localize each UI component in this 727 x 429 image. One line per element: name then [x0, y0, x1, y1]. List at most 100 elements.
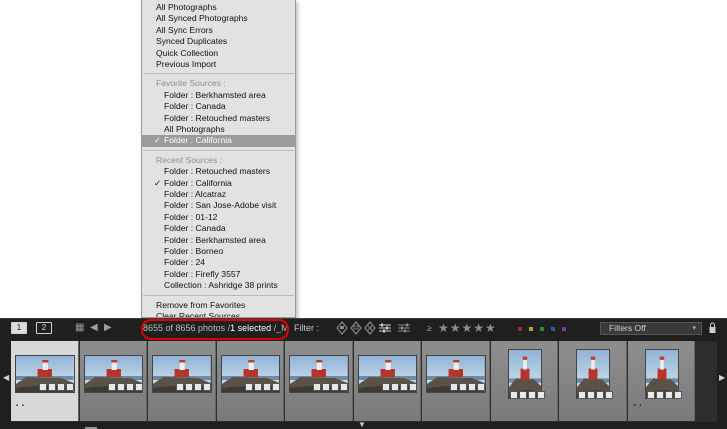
develop-badge-icon[interactable] [340, 383, 348, 391]
menu-item[interactable]: Remove from Favorites [142, 300, 295, 311]
filmstrip-thumbnail[interactable] [148, 341, 216, 421]
filmstrip-left-arrow[interactable]: ◀ [3, 373, 9, 382]
menu-item[interactable]: Folder : California ✓ [142, 135, 295, 147]
secondary-window-button[interactable]: 2 [36, 322, 52, 334]
filmstrip-thumbnail[interactable] [353, 341, 421, 421]
develop-badge-icon[interactable] [673, 391, 682, 399]
menu-item[interactable]: Folder : Canada [142, 101, 295, 112]
menu-item[interactable]: Folder : Canada [142, 223, 295, 234]
develop-badge-icon[interactable] [134, 383, 143, 391]
color-label-swatch[interactable] [529, 327, 533, 331]
menu-item[interactable]: Folder : 01-12 [142, 212, 295, 223]
crop-badge-icon[interactable] [331, 383, 339, 391]
color-label-swatch[interactable] [540, 327, 544, 331]
menu-item[interactable]: All Synced Photographs [142, 13, 295, 24]
back-arrow-icon[interactable]: ◀ [90, 322, 98, 334]
menu-item[interactable]: All Photographs [142, 2, 295, 13]
filmstrip-thumbnail[interactable] [422, 341, 490, 421]
keyword-badge-icon[interactable] [253, 383, 262, 391]
develop-badge-icon[interactable] [477, 383, 485, 391]
menu-item[interactable]: Folder : Borneo [142, 246, 295, 257]
menu-item[interactable]: Folder : California ✓ [142, 178, 295, 189]
source-indicator[interactable]: 8655 of 8656 photos /1 selected /_M [143, 323, 289, 334]
unflagged-filter-icon[interactable] [350, 321, 362, 335]
develop-badge-icon[interactable] [271, 383, 280, 391]
rating-operator[interactable]: ≥ [427, 322, 432, 334]
color-label-swatch[interactable] [518, 327, 522, 331]
keyword-badge-icon[interactable] [322, 383, 330, 391]
forward-arrow-icon[interactable]: ▶ [104, 322, 112, 334]
crop-badge-icon[interactable] [194, 383, 202, 391]
collapse-filmstrip-arrow[interactable]: ▼ [358, 420, 366, 429]
grid-view-icon[interactable]: ▦ [75, 322, 84, 334]
keyword-badge-icon[interactable] [587, 391, 595, 399]
menu-item[interactable]: Folder : Berkhamsted area [142, 235, 295, 246]
filmstrip-thumbnail[interactable] [490, 341, 558, 421]
menu-item-label: Folder : Canada [164, 223, 226, 234]
crop-badge-icon[interactable] [468, 383, 476, 391]
keyword-badge-icon[interactable] [459, 383, 467, 391]
filter-label: Filter : [294, 323, 320, 333]
menu-item[interactable]: Folder : Retouched masters [142, 166, 295, 177]
menu-item[interactable]: All Sync Errors [142, 25, 295, 36]
filmstrip-right-arrow[interactable]: ▶ [719, 373, 725, 382]
keyword-badge-icon[interactable] [116, 383, 125, 391]
keyword-badge-icon[interactable] [185, 383, 193, 391]
sliders-alt-icon[interactable] [397, 322, 411, 334]
flag-filter-icon[interactable] [336, 321, 348, 335]
menu-item[interactable]: All Photographs [142, 124, 295, 135]
crop-badge-icon[interactable] [125, 383, 134, 391]
menu-item[interactable]: Synced Duplicates [142, 36, 295, 47]
rating-badge-icon[interactable] [646, 391, 655, 399]
crop-badge-icon[interactable] [596, 391, 604, 399]
keyword-badge-icon[interactable] [48, 383, 56, 391]
keyword-badge-icon[interactable] [390, 383, 399, 391]
lock-icon[interactable] [709, 322, 716, 334]
keyword-badge-icon[interactable] [655, 391, 664, 399]
crop-badge-icon[interactable] [527, 391, 536, 399]
rating-stars[interactable]: ★★★★★ [438, 321, 497, 335]
filmstrip-thumbnail[interactable] [216, 341, 284, 421]
crop-badge-icon[interactable] [664, 391, 673, 399]
sliders-icon[interactable] [378, 322, 392, 334]
develop-badge-icon[interactable] [203, 383, 211, 391]
menu-item[interactable]: Folder : Berkhamsted area [142, 90, 295, 101]
menu-item[interactable]: Folder : Alcatraz [142, 189, 295, 200]
menu-item[interactable]: Quick Collection [142, 48, 295, 59]
menu-item[interactable]: Folder : Retouched masters [142, 113, 295, 124]
rating-badge-icon[interactable] [381, 383, 390, 391]
menu-item-label: Previous Import [156, 59, 217, 69]
develop-badge-icon[interactable] [605, 391, 613, 399]
color-label-swatch[interactable] [562, 327, 566, 331]
rating-badge-icon[interactable] [509, 391, 518, 399]
filmstrip-thumbnail[interactable] [285, 341, 353, 421]
primary-window-button[interactable]: 1 [11, 322, 27, 334]
develop-badge-icon[interactable] [536, 391, 545, 399]
color-label-swatch[interactable] [551, 327, 555, 331]
develop-badge-icon[interactable] [66, 383, 74, 391]
keyword-badge-icon[interactable] [518, 391, 527, 399]
rejected-filter-icon[interactable] [364, 321, 376, 335]
filmstrip-thumbnail[interactable]: ▪ ▪ [11, 341, 79, 421]
crop-badge-icon[interactable] [262, 383, 271, 391]
rating-badge-icon[interactable] [39, 383, 47, 391]
menu-item[interactable]: Clear Recent Sources [142, 311, 295, 317]
menu-item[interactable]: Folder : 24 [142, 257, 295, 268]
crop-badge-icon[interactable] [399, 383, 408, 391]
filmstrip-thumbnail[interactable]: ▪ ▪ [627, 341, 695, 421]
crop-badge-icon[interactable] [57, 383, 65, 391]
rating-badge-icon[interactable] [244, 383, 253, 391]
filmstrip-thumbnail[interactable] [559, 341, 627, 421]
rating-badge-icon[interactable] [578, 391, 586, 399]
menu-item[interactable]: Previous Import [142, 59, 295, 70]
rating-badge-icon[interactable] [313, 383, 321, 391]
rating-badge-icon[interactable] [176, 383, 184, 391]
menu-item[interactable]: Folder : Firefly 3557 [142, 269, 295, 280]
filmstrip-thumbnail[interactable] [79, 341, 147, 421]
develop-badge-icon[interactable] [408, 383, 417, 391]
rating-badge-icon[interactable] [450, 383, 458, 391]
rating-badge-icon[interactable] [107, 383, 116, 391]
filter-preset-select[interactable]: Filters Off ▾ [600, 322, 702, 335]
menu-item[interactable]: Folder : San Jose-Adobe visit [142, 200, 295, 211]
menu-item[interactable]: Collection : Ashridge 38 prints [142, 280, 295, 291]
